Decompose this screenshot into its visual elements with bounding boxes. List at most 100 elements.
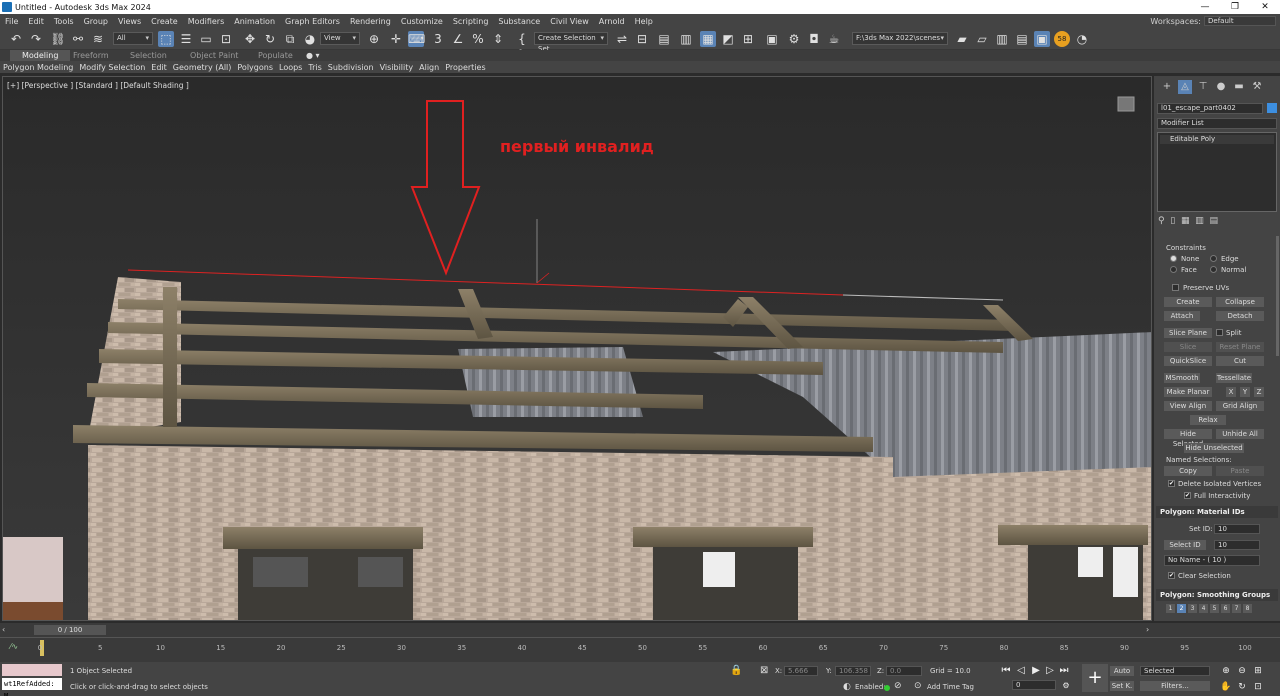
paste-button[interactable]: Paste bbox=[1216, 466, 1264, 476]
menu-civil-view[interactable]: Civil View bbox=[545, 17, 594, 26]
goto-start-icon[interactable]: ⏮ bbox=[1000, 665, 1012, 677]
window-crossing-icon[interactable]: ⊡ bbox=[218, 31, 234, 47]
maxscript-mini-listener[interactable] bbox=[2, 664, 62, 676]
constraint-face-radio[interactable] bbox=[1170, 266, 1177, 273]
collapse-button[interactable]: Collapse bbox=[1216, 297, 1264, 307]
menu-arnold[interactable]: Arnold bbox=[594, 17, 630, 26]
clear-selection-checkbox[interactable]: ✔ bbox=[1168, 572, 1175, 579]
menu-views[interactable]: Views bbox=[113, 17, 146, 26]
perspective-viewport[interactable]: [+] [Perspective ] [Standard ] [Default … bbox=[2, 76, 1152, 621]
slice-plane-button[interactable]: Slice Plane bbox=[1164, 328, 1212, 338]
constraint-edge-radio[interactable] bbox=[1210, 255, 1217, 262]
ribbon-options-icon[interactable]: ● ▾ bbox=[306, 50, 320, 61]
move-icon[interactable]: ✥ bbox=[242, 31, 258, 47]
tessellate-button[interactable]: Tessellate bbox=[1216, 373, 1252, 383]
render-production-icon[interactable]: ☕ bbox=[826, 31, 842, 47]
msmooth-button[interactable]: MSmooth bbox=[1164, 373, 1200, 383]
selection-region-icon[interactable]: ▭ bbox=[198, 31, 214, 47]
menu-substance[interactable]: Substance bbox=[493, 17, 545, 26]
menu-help[interactable]: Help bbox=[630, 17, 658, 26]
slice-button[interactable]: Slice bbox=[1164, 342, 1212, 352]
attach-button[interactable]: Attach bbox=[1164, 311, 1200, 321]
add-time-tag-icon[interactable]: ⊙ bbox=[914, 681, 922, 691]
maximize-viewport-icon[interactable]: ⊡ bbox=[1252, 681, 1264, 693]
time-slider[interactable] bbox=[0, 623, 1280, 637]
hide-unselected-button[interactable]: Hide Unselected bbox=[1184, 443, 1244, 453]
quickslice-button[interactable]: QuickSlice bbox=[1164, 356, 1212, 366]
z-coordinate-field[interactable]: 0.0 bbox=[886, 666, 922, 676]
menu-tools[interactable]: Tools bbox=[49, 17, 79, 26]
project-folder-icon[interactable]: ▰ bbox=[954, 31, 970, 47]
play-icon[interactable]: ▶ bbox=[1030, 665, 1042, 677]
keyboard-shortcut-override-icon[interactable]: ⌨ bbox=[408, 31, 425, 47]
ribbon-toggle-icon[interactable]: ▦ bbox=[700, 31, 716, 47]
create-button[interactable]: Create bbox=[1164, 297, 1212, 307]
stack-item-editable-poly[interactable]: Editable Poly bbox=[1160, 135, 1274, 144]
zoom-all-icon[interactable]: ⊖ bbox=[1236, 665, 1248, 677]
ref-coord-dropdown[interactable]: View bbox=[320, 32, 360, 45]
time-tag-icon[interactable]: ⊘ bbox=[894, 681, 902, 691]
percent-snap-icon[interactable]: % bbox=[470, 31, 486, 47]
object-color-swatch[interactable] bbox=[1267, 103, 1277, 113]
unlink-icon[interactable]: ⚯ bbox=[70, 31, 86, 47]
help-search-icon[interactable]: ◔ bbox=[1074, 31, 1090, 47]
scale-icon[interactable]: ⧉ bbox=[282, 31, 298, 47]
menu-create[interactable]: Create bbox=[146, 17, 183, 26]
goto-end-icon[interactable]: ⏭ bbox=[1058, 665, 1070, 677]
add-time-tag-label[interactable]: Add Time Tag bbox=[927, 683, 974, 691]
ribbon-modify-selection[interactable]: Modify Selection bbox=[76, 63, 148, 72]
time-slider-next-icon[interactable]: › bbox=[1146, 625, 1149, 634]
listener-output[interactable]: wt1RefAdded: M bbox=[2, 678, 62, 696]
lock-selection-icon[interactable]: 🔒 bbox=[730, 665, 742, 676]
select-id-button[interactable]: Select ID bbox=[1164, 540, 1206, 550]
field-of-view-icon[interactable]: ✋ bbox=[1220, 681, 1232, 693]
key-filters-button[interactable]: Filters... bbox=[1140, 681, 1210, 691]
delete-isolated-checkbox[interactable]: ✔ bbox=[1168, 480, 1175, 487]
link-icon[interactable]: ⛓ bbox=[50, 31, 66, 47]
time-slider-prev-icon[interactable]: ‹ bbox=[2, 625, 5, 634]
set-key-big-icon[interactable]: + bbox=[1082, 664, 1108, 692]
constraint-normal-radio[interactable] bbox=[1210, 266, 1217, 273]
constraint-none-radio[interactable] bbox=[1170, 255, 1177, 262]
workspaces-dropdown[interactable]: Default bbox=[1204, 16, 1276, 26]
toggle-scene-explorer-icon[interactable]: ▤ bbox=[656, 31, 672, 47]
smoothing-group-6[interactable]: 6 bbox=[1221, 604, 1230, 613]
pivot-center-icon[interactable]: ⊕ bbox=[366, 31, 382, 47]
next-frame-icon[interactable]: ▷ bbox=[1044, 665, 1056, 677]
time-config-icon[interactable]: ⚙ bbox=[1060, 680, 1072, 692]
time-slider-thumb[interactable]: 0 / 100 bbox=[34, 625, 106, 635]
smoothing-groups-header[interactable]: Polygon: Smoothing Groups bbox=[1156, 589, 1278, 601]
ribbon-loops[interactable]: Loops bbox=[276, 63, 305, 72]
y-coordinate-field[interactable]: 106.358 bbox=[835, 666, 871, 676]
display-tab-icon[interactable]: ▬ bbox=[1232, 80, 1246, 94]
reset-plane-button[interactable]: Reset Plane bbox=[1216, 342, 1264, 352]
close-icon[interactable]: ✕ bbox=[1250, 2, 1280, 12]
redo-icon[interactable]: ↷ bbox=[28, 31, 44, 47]
set-id-spinner[interactable]: 10 bbox=[1214, 524, 1260, 534]
ribbon-tris[interactable]: Tris bbox=[305, 63, 324, 72]
view-align-button[interactable]: View Align bbox=[1164, 401, 1212, 411]
manipulate-icon[interactable]: ✛ bbox=[388, 31, 404, 47]
command-panel-scrollbar[interactable] bbox=[1276, 236, 1279, 356]
smoothing-group-8[interactable]: 8 bbox=[1243, 604, 1252, 613]
render-setup-icon[interactable]: ⚙ bbox=[786, 31, 802, 47]
restore-icon[interactable]: ❐ bbox=[1220, 2, 1250, 12]
hide-selected-button[interactable]: Hide Selected bbox=[1164, 429, 1212, 448]
object-name-field[interactable]: l01_escape_part0402 bbox=[1157, 103, 1263, 114]
prev-frame-icon[interactable]: ◁ bbox=[1015, 665, 1027, 677]
tab-freeform[interactable]: Freeform bbox=[73, 50, 109, 61]
rendered-frame-icon[interactable]: ◘ bbox=[806, 31, 822, 47]
planar-x-button[interactable]: X bbox=[1226, 387, 1236, 397]
ribbon-edit[interactable]: Edit bbox=[148, 63, 170, 72]
schematic-view-icon[interactable]: ⊞ bbox=[740, 31, 756, 47]
utilities-tab-icon[interactable]: ⚒ bbox=[1250, 80, 1264, 94]
tab-object-paint[interactable]: Object Paint bbox=[190, 50, 238, 61]
tab-selection[interactable]: Selection bbox=[130, 50, 167, 61]
smoothing-group-2[interactable]: 2 bbox=[1177, 604, 1186, 613]
orbit-icon[interactable]: ↻ bbox=[1236, 681, 1248, 693]
make-planar-button[interactable]: Make Planar bbox=[1164, 387, 1212, 397]
smoothing-group-4[interactable]: 4 bbox=[1199, 604, 1208, 613]
menu-scripting[interactable]: Scripting bbox=[448, 17, 494, 26]
current-frame-field[interactable]: 0 bbox=[1012, 680, 1056, 690]
set-key-button[interactable]: Set K. bbox=[1110, 681, 1134, 691]
